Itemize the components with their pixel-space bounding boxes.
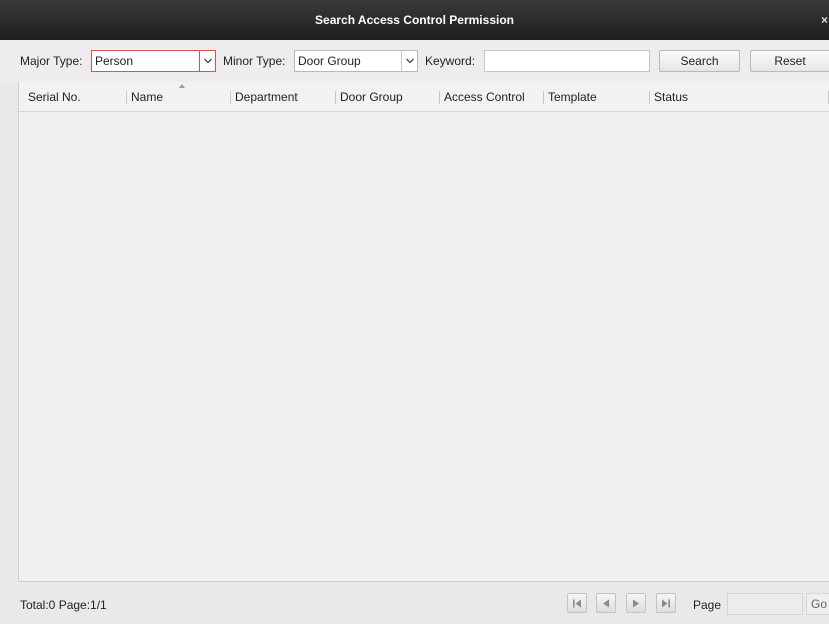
sort-ascending-icon bbox=[179, 84, 185, 88]
first-page-button[interactable] bbox=[567, 593, 587, 613]
filter-bar: Major Type: Person Minor Type: Door Grou… bbox=[0, 40, 829, 82]
close-icon[interactable]: × bbox=[821, 14, 829, 26]
major-type-select[interactable]: Person bbox=[91, 50, 216, 72]
page-label: Page bbox=[693, 598, 722, 612]
column-header-access-control[interactable]: Access Control bbox=[444, 90, 525, 104]
keyword-label: Keyword: bbox=[425, 54, 476, 68]
page-number-input[interactable] bbox=[727, 593, 803, 615]
title-bar[interactable]: Search Access Control Permission × bbox=[0, 0, 829, 40]
search-permission-dialog: Search Access Control Permission × Major… bbox=[0, 0, 829, 624]
dialog-title: Search Access Control Permission bbox=[315, 13, 514, 27]
column-divider[interactable] bbox=[439, 91, 440, 104]
column-divider[interactable] bbox=[335, 91, 336, 104]
column-header-name[interactable]: Name bbox=[131, 90, 163, 104]
chevron-down-icon[interactable] bbox=[401, 51, 417, 71]
search-button[interactable]: Search bbox=[659, 50, 740, 72]
search-button-label: Search bbox=[680, 54, 719, 68]
first-page-icon bbox=[573, 599, 581, 607]
column-header-status[interactable]: Status bbox=[654, 90, 688, 104]
table-header: Serial No. Name Department Door Group Ac… bbox=[19, 82, 829, 112]
table-body[interactable] bbox=[19, 113, 829, 581]
column-header-department[interactable]: Department bbox=[235, 90, 298, 104]
reset-button-label: Reset bbox=[774, 54, 806, 68]
pagination-bar: Total:0 Page:1/1 Page Go bbox=[0, 582, 829, 624]
column-divider[interactable] bbox=[126, 91, 127, 104]
major-type-label: Major Type: bbox=[20, 54, 83, 68]
previous-page-button[interactable] bbox=[596, 593, 616, 613]
next-page-icon bbox=[633, 599, 639, 607]
minor-type-value: Door Group bbox=[298, 54, 361, 68]
last-page-icon bbox=[662, 599, 670, 607]
column-header-template[interactable]: Template bbox=[548, 90, 597, 104]
go-button[interactable]: Go bbox=[806, 593, 829, 615]
total-count: Total:0 Page:1/1 bbox=[20, 598, 107, 612]
results-table: Serial No. Name Department Door Group Ac… bbox=[18, 82, 829, 582]
chevron-down-icon[interactable] bbox=[199, 51, 215, 71]
go-button-label: Go bbox=[811, 597, 828, 611]
column-divider[interactable] bbox=[649, 91, 650, 104]
reset-button[interactable]: Reset bbox=[750, 50, 829, 72]
minor-type-label: Minor Type: bbox=[223, 54, 286, 68]
next-page-button[interactable] bbox=[626, 593, 646, 613]
previous-page-icon bbox=[603, 599, 609, 607]
minor-type-select[interactable]: Door Group bbox=[294, 50, 418, 72]
column-header-door-group[interactable]: Door Group bbox=[340, 90, 403, 104]
last-page-button[interactable] bbox=[656, 593, 676, 613]
column-header-serial-no[interactable]: Serial No. bbox=[28, 90, 81, 104]
keyword-input[interactable] bbox=[484, 50, 650, 72]
column-divider[interactable] bbox=[543, 91, 544, 104]
column-divider[interactable] bbox=[230, 91, 231, 104]
major-type-value: Person bbox=[95, 54, 134, 68]
